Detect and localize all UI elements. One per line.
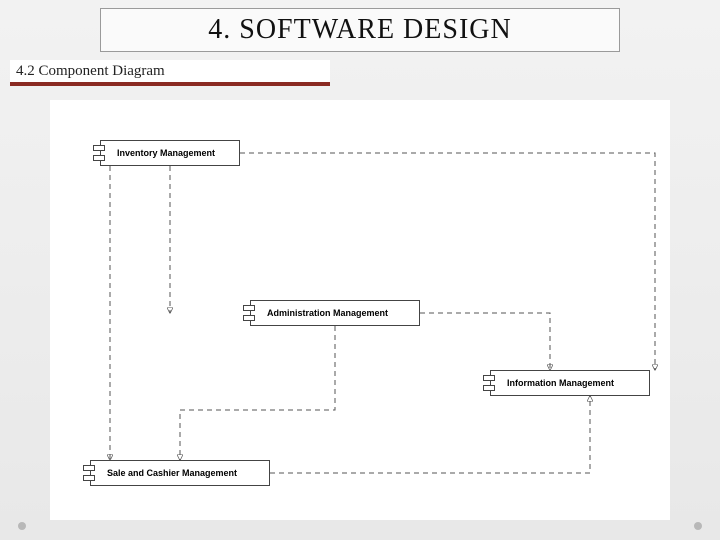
slide-title-box: 4. SOFTWARE DESIGN <box>100 8 620 52</box>
component-inventory: Inventory Management <box>100 140 240 166</box>
component-info: Information Management <box>490 370 650 396</box>
component-label: Administration Management <box>267 308 388 318</box>
component-tab-icon <box>93 155 105 161</box>
component-sale: Sale and Cashier Management <box>90 460 270 486</box>
component-tab-icon <box>93 145 105 151</box>
component-tab-icon <box>483 375 495 381</box>
slide-title: 4. SOFTWARE DESIGN <box>208 14 511 46</box>
slide-subtitle: 4.2 Component Diagram <box>16 63 165 80</box>
component-label: Inventory Management <box>117 148 215 158</box>
component-tab-icon <box>83 475 95 481</box>
component-diagram: Inventory Management Administration Manag… <box>50 100 670 520</box>
slide-bullet-left-icon <box>18 522 26 530</box>
connector-admin-to-info <box>420 313 550 370</box>
component-tab-icon <box>83 465 95 471</box>
component-label: Information Management <box>507 378 614 388</box>
connector-inventory-to-info <box>240 153 655 370</box>
component-tab-icon <box>243 305 255 311</box>
component-tab-icon <box>483 385 495 391</box>
connector-admin-to-sale <box>180 326 335 460</box>
connector-sale-to-info <box>270 396 590 473</box>
component-tab-icon <box>243 315 255 321</box>
slide-bullet-right-icon <box>694 522 702 530</box>
component-label: Sale and Cashier Management <box>107 468 237 478</box>
component-admin: Administration Management <box>250 300 420 326</box>
slide-subtitle-box: 4.2 Component Diagram <box>10 60 330 86</box>
